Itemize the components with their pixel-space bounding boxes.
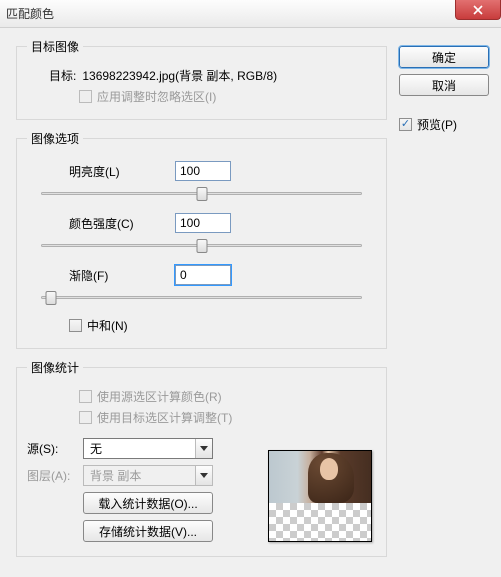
image-stats-group: 图像统计 使用源选区计算颜色(R) 使用目标选区计算调整(T) 源(S): 无 … [16,359,387,557]
fade-label: 渐隐(F) [27,267,175,284]
luminance-thumb[interactable] [196,187,207,201]
titlebar: 匹配颜色 [0,0,501,28]
load-stats-button[interactable]: 载入统计数据(O)... [83,492,213,514]
image-stats-legend: 图像统计 [27,359,83,376]
intensity-slider[interactable] [41,237,362,255]
preview-label: 预览(P) [417,116,457,133]
use-target-sel-checkbox [79,411,92,424]
source-label: 源(S): [27,440,83,457]
preview-image [269,451,371,503]
luminance-label: 明亮度(L) [27,163,175,180]
transparency-checker [269,503,371,541]
dest-image-legend: 目标图像 [27,38,83,55]
target-value: 13698223942.jpg(背景 副本, RGB/8) [82,67,277,84]
fade-slider[interactable] [41,289,362,307]
layer-combo: 背景 副本 [83,465,213,486]
ok-button[interactable]: 确定 [399,46,489,68]
preview-checkbox[interactable] [399,118,412,131]
fade-thumb[interactable] [45,291,56,305]
cancel-button[interactable]: 取消 [399,74,489,96]
image-options-legend: 图像选项 [27,130,83,147]
ignore-selection-label: 应用调整时忽略选区(I) [97,88,216,105]
neutralize-label: 中和(N) [87,317,128,334]
intensity-thumb[interactable] [196,239,207,253]
use-source-sel-checkbox [79,390,92,403]
preview-thumbnail [268,450,372,542]
use-target-sel-label: 使用目标选区计算调整(T) [97,409,232,426]
fade-input[interactable] [175,265,231,285]
window-title: 匹配颜色 [6,5,54,22]
ignore-selection-checkbox [79,90,92,103]
close-button[interactable] [455,0,501,20]
source-combo[interactable]: 无 [83,438,213,459]
target-label: 目标: [49,67,76,84]
source-value: 无 [84,440,195,457]
image-options-group: 图像选项 明亮度(L) 颜色强度(C) [16,130,387,349]
chevron-down-icon [195,466,212,485]
neutralize-checkbox[interactable] [69,319,82,332]
chevron-down-icon [195,439,212,458]
save-stats-button[interactable]: 存储统计数据(V)... [83,520,213,542]
use-source-sel-label: 使用源选区计算颜色(R) [97,388,222,405]
target-row: 目标: 13698223942.jpg(背景 副本, RGB/8) [27,67,376,84]
luminance-slider[interactable] [41,185,362,203]
luminance-input[interactable] [175,161,231,181]
close-icon [473,5,483,15]
dest-image-group: 目标图像 目标: 13698223942.jpg(背景 副本, RGB/8) 应… [16,38,387,120]
intensity-label: 颜色强度(C) [27,215,175,232]
layer-label: 图层(A): [27,467,83,484]
layer-value: 背景 副本 [84,467,195,484]
intensity-input[interactable] [175,213,231,233]
